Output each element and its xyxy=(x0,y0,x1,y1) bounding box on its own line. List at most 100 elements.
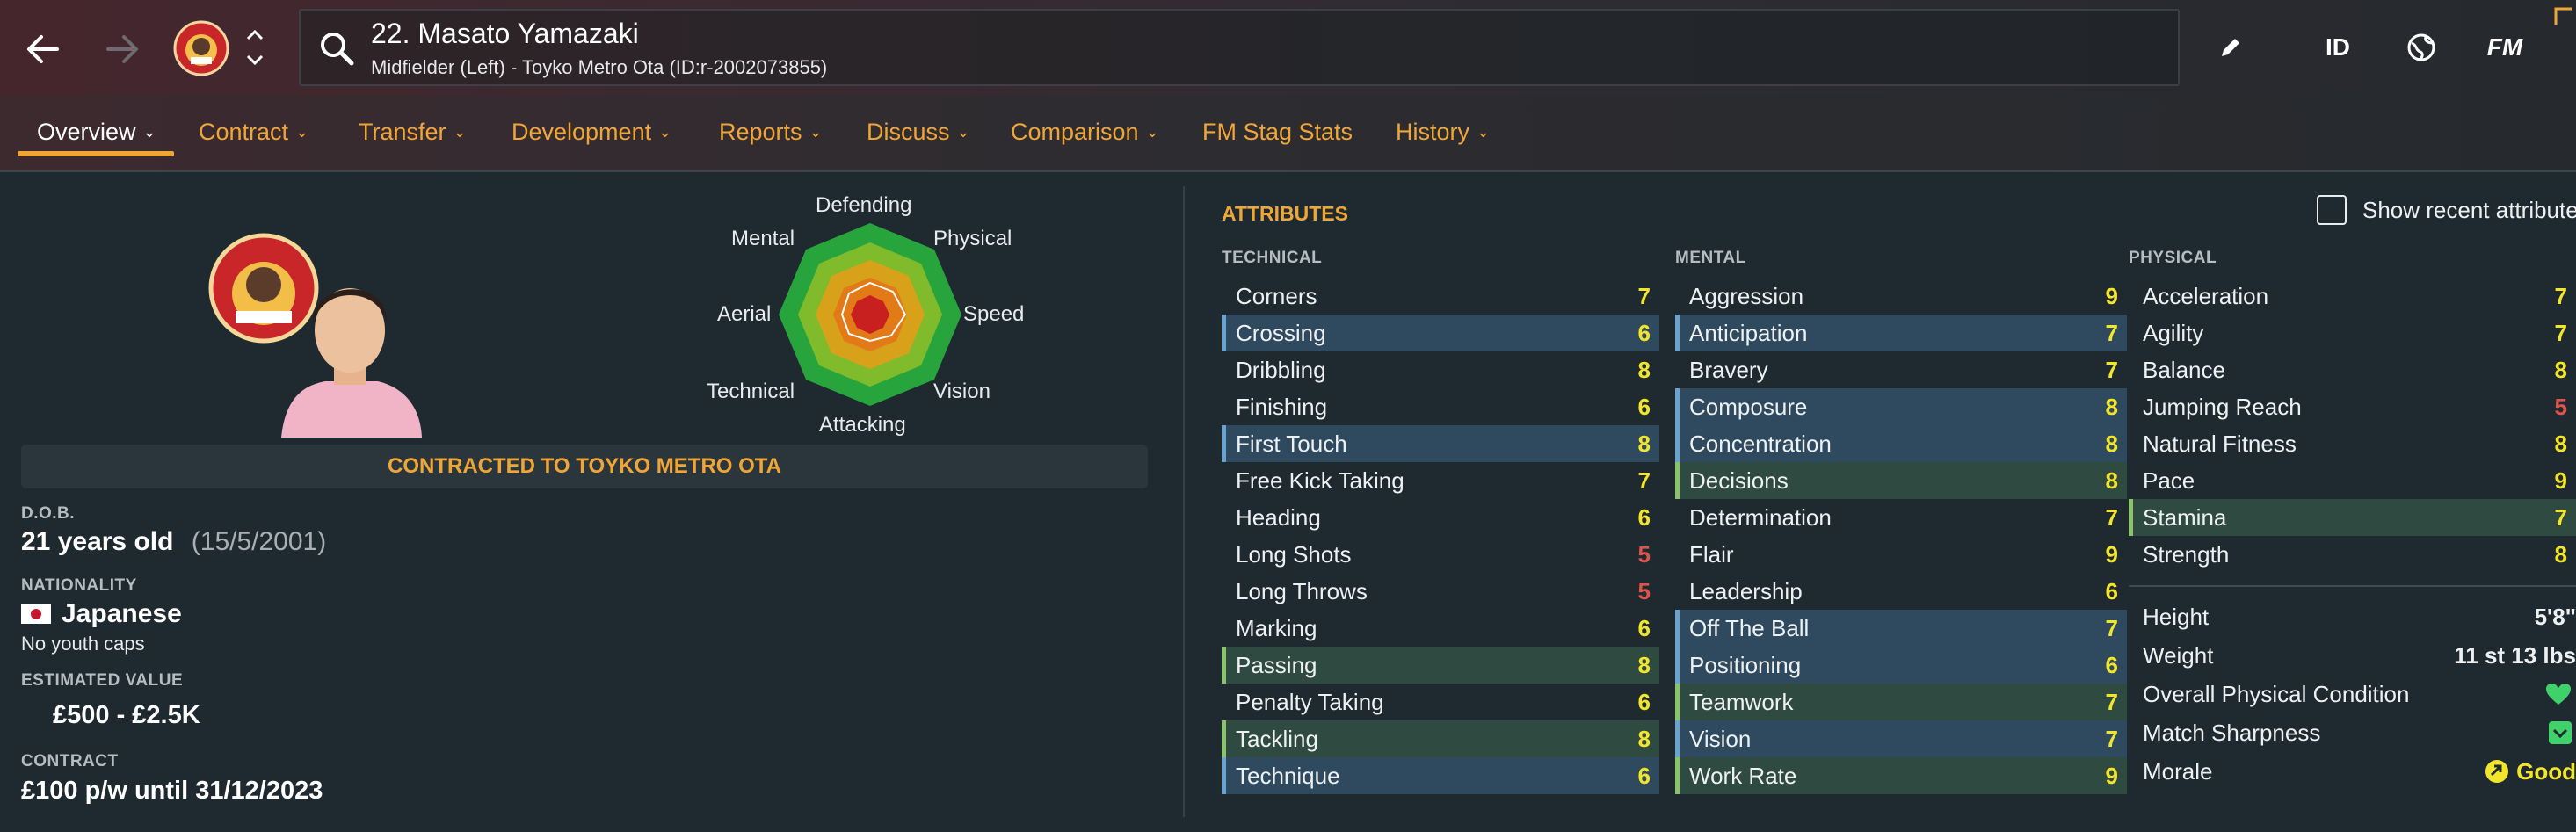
attribute-row-composure[interactable]: Composure 8 xyxy=(1675,388,2127,425)
nationality-row[interactable]: Japanese xyxy=(21,599,182,629)
attribute-row-balance[interactable]: Balance 8 xyxy=(2129,351,2576,388)
attribute-name: Free Kick Taking xyxy=(1236,467,1404,494)
tab-contract[interactable]: Contract ⌄ xyxy=(199,114,308,149)
attribute-row-long-shots[interactable]: Long Shots 5 xyxy=(1222,536,1659,573)
forward-button[interactable] xyxy=(97,26,148,72)
chevron-down-icon: ⌄ xyxy=(956,122,970,141)
tab-overview[interactable]: Overview ⌄ xyxy=(37,114,156,149)
attribute-row-crossing[interactable]: Crossing 6 xyxy=(1222,315,1659,351)
attribute-row-tackling[interactable]: Tackling 8 xyxy=(1222,720,1659,757)
panel-divider xyxy=(1183,186,1185,817)
attribute-value: 8 xyxy=(1637,430,1651,457)
next-player-button[interactable] xyxy=(241,49,269,70)
tab-comparison[interactable]: Comparison ⌄ xyxy=(1011,114,1159,149)
player-search-box[interactable]: 22. Masato Yamazaki Midfielder (Left) - … xyxy=(299,9,2180,86)
height-row: Height 5'8" xyxy=(2129,597,2576,636)
attribute-value: 6 xyxy=(1637,319,1651,346)
player-portrait xyxy=(193,227,422,438)
attribute-value: 7 xyxy=(2105,725,2118,752)
mental-label: MENTAL xyxy=(1675,249,1746,267)
tab-transfer[interactable]: Transfer ⌄ xyxy=(359,114,467,149)
attribute-row-bravery[interactable]: Bravery 7 xyxy=(1675,351,2127,388)
attribute-row-passing[interactable]: Passing 8 xyxy=(1222,647,1659,684)
globe-button[interactable] xyxy=(2399,26,2443,69)
attribute-name: Crossing xyxy=(1236,319,1326,346)
japan-flag-icon xyxy=(21,604,51,624)
attribute-row-corners[interactable]: Corners 7 xyxy=(1222,278,1659,315)
attribute-row-penalty-taking[interactable]: Penalty Taking 6 xyxy=(1222,684,1659,720)
attribute-value: 8 xyxy=(1637,725,1651,752)
attribute-row-heading[interactable]: Heading 6 xyxy=(1222,499,1659,536)
club-badge[interactable] xyxy=(172,19,230,77)
mental-attributes: Aggression 9 Anticipation 7 Bravery 7 Composur… xyxy=(1675,278,2127,794)
sharpness-check-icon xyxy=(2549,721,2572,744)
edit-button[interactable] xyxy=(2213,30,2248,65)
attribute-row-decisions[interactable]: Decisions 8 xyxy=(1675,462,2127,499)
attribute-name: Concentration xyxy=(1689,430,1832,457)
attribute-row-first-touch[interactable]: First Touch 8 xyxy=(1222,425,1659,462)
show-recent-attributes-toggle[interactable]: Show recent attributes xyxy=(2317,195,2576,225)
checkbox[interactable] xyxy=(2317,195,2347,225)
id-button[interactable]: ID xyxy=(2311,26,2364,69)
back-button[interactable] xyxy=(18,26,69,72)
attribute-value: 9 xyxy=(2105,282,2118,309)
age-row: 21 years old (15/5/2001) xyxy=(21,527,326,557)
attribute-row-finishing[interactable]: Finishing 6 xyxy=(1222,388,1659,425)
attribute-value: 6 xyxy=(1637,688,1651,715)
attribute-row-natural-fitness[interactable]: Natural Fitness 8 xyxy=(2129,425,2576,462)
attribute-value: 8 xyxy=(2554,430,2567,457)
attribute-value: 7 xyxy=(2554,319,2567,346)
attribute-row-aggression[interactable]: Aggression 9 xyxy=(1675,278,2127,315)
attribute-row-vision[interactable]: Vision 7 xyxy=(1675,720,2127,757)
attribute-row-strength[interactable]: Strength 8 xyxy=(2129,536,2576,573)
tab-label: History xyxy=(1396,118,1470,145)
previous-player-button[interactable] xyxy=(241,25,269,46)
attribute-row-stamina[interactable]: Stamina 7 xyxy=(2129,499,2576,536)
tab-label: FM Stag Stats xyxy=(1202,118,1353,145)
tab-history[interactable]: History ⌄ xyxy=(1396,114,1490,149)
attribute-row-agility[interactable]: Agility 7 xyxy=(2129,315,2576,351)
youth-caps: No youth caps xyxy=(21,633,145,655)
attribute-row-determination[interactable]: Determination 7 xyxy=(1675,499,2127,536)
attribute-value: 6 xyxy=(2105,651,2118,678)
attribute-row-concentration[interactable]: Concentration 8 xyxy=(1675,425,2127,462)
attribute-row-positioning[interactable]: Positioning 6 xyxy=(1675,647,2127,684)
morale-value: Good xyxy=(2516,757,2576,785)
show-recent-label: Show recent attributes xyxy=(2362,196,2576,223)
attribute-row-leadership[interactable]: Leadership 6 xyxy=(1675,573,2127,610)
attribute-row-pace[interactable]: Pace 9 xyxy=(2129,462,2576,499)
attribute-name: Penalty Taking xyxy=(1236,688,1384,715)
attribute-row-dribbling[interactable]: Dribbling 8 xyxy=(1222,351,1659,388)
search-icon xyxy=(321,33,354,66)
globe-icon xyxy=(2407,33,2435,61)
tab-fm-stag-stats[interactable]: FM Stag Stats xyxy=(1202,114,1353,149)
attribute-row-long-throws[interactable]: Long Throws 5 xyxy=(1222,573,1659,610)
tab-reports[interactable]: Reports ⌄ xyxy=(719,114,823,149)
attribute-row-technique[interactable]: Technique 6 xyxy=(1222,757,1659,794)
radar-label-technical: Technical xyxy=(707,380,795,403)
attribute-value: 7 xyxy=(2554,503,2567,531)
tab-development[interactable]: Development ⌄ xyxy=(512,114,671,149)
attribute-row-anticipation[interactable]: Anticipation 7 xyxy=(1675,315,2127,351)
attribute-row-off-the-ball[interactable]: Off The Ball 7 xyxy=(1675,610,2127,647)
fm-button[interactable]: FM xyxy=(2471,26,2538,69)
attribute-name: Composure xyxy=(1689,393,1808,420)
attribute-row-acceleration[interactable]: Acceleration 7 xyxy=(2129,278,2576,315)
attribute-value: 6 xyxy=(1637,762,1651,789)
tab-label: Transfer xyxy=(359,118,446,145)
attribute-row-teamwork[interactable]: Teamwork 7 xyxy=(1675,684,2127,720)
height-label: Height xyxy=(2143,603,2210,630)
attribute-row-free-kick-taking[interactable]: Free Kick Taking 7 xyxy=(1222,462,1659,499)
height-value: 5'8" xyxy=(2534,603,2576,630)
attribute-name: Finishing xyxy=(1236,393,1328,420)
tab-discuss[interactable]: Discuss ⌄ xyxy=(867,114,970,149)
attribute-row-marking[interactable]: Marking 6 xyxy=(1222,610,1659,647)
attribute-row-jumping-reach[interactable]: Jumping Reach 5 xyxy=(2129,388,2576,425)
weight-row: Weight 11 st 13 lbs xyxy=(2129,636,2576,675)
attribute-row-flair[interactable]: Flair 9 xyxy=(1675,536,2127,573)
attribute-row-work-rate[interactable]: Work Rate 9 xyxy=(1675,757,2127,794)
tab-label: Reports xyxy=(719,118,802,145)
attribute-value: 7 xyxy=(2105,319,2118,346)
chevron-down-icon: ⌄ xyxy=(809,122,823,141)
attribute-value: 9 xyxy=(2554,467,2567,494)
